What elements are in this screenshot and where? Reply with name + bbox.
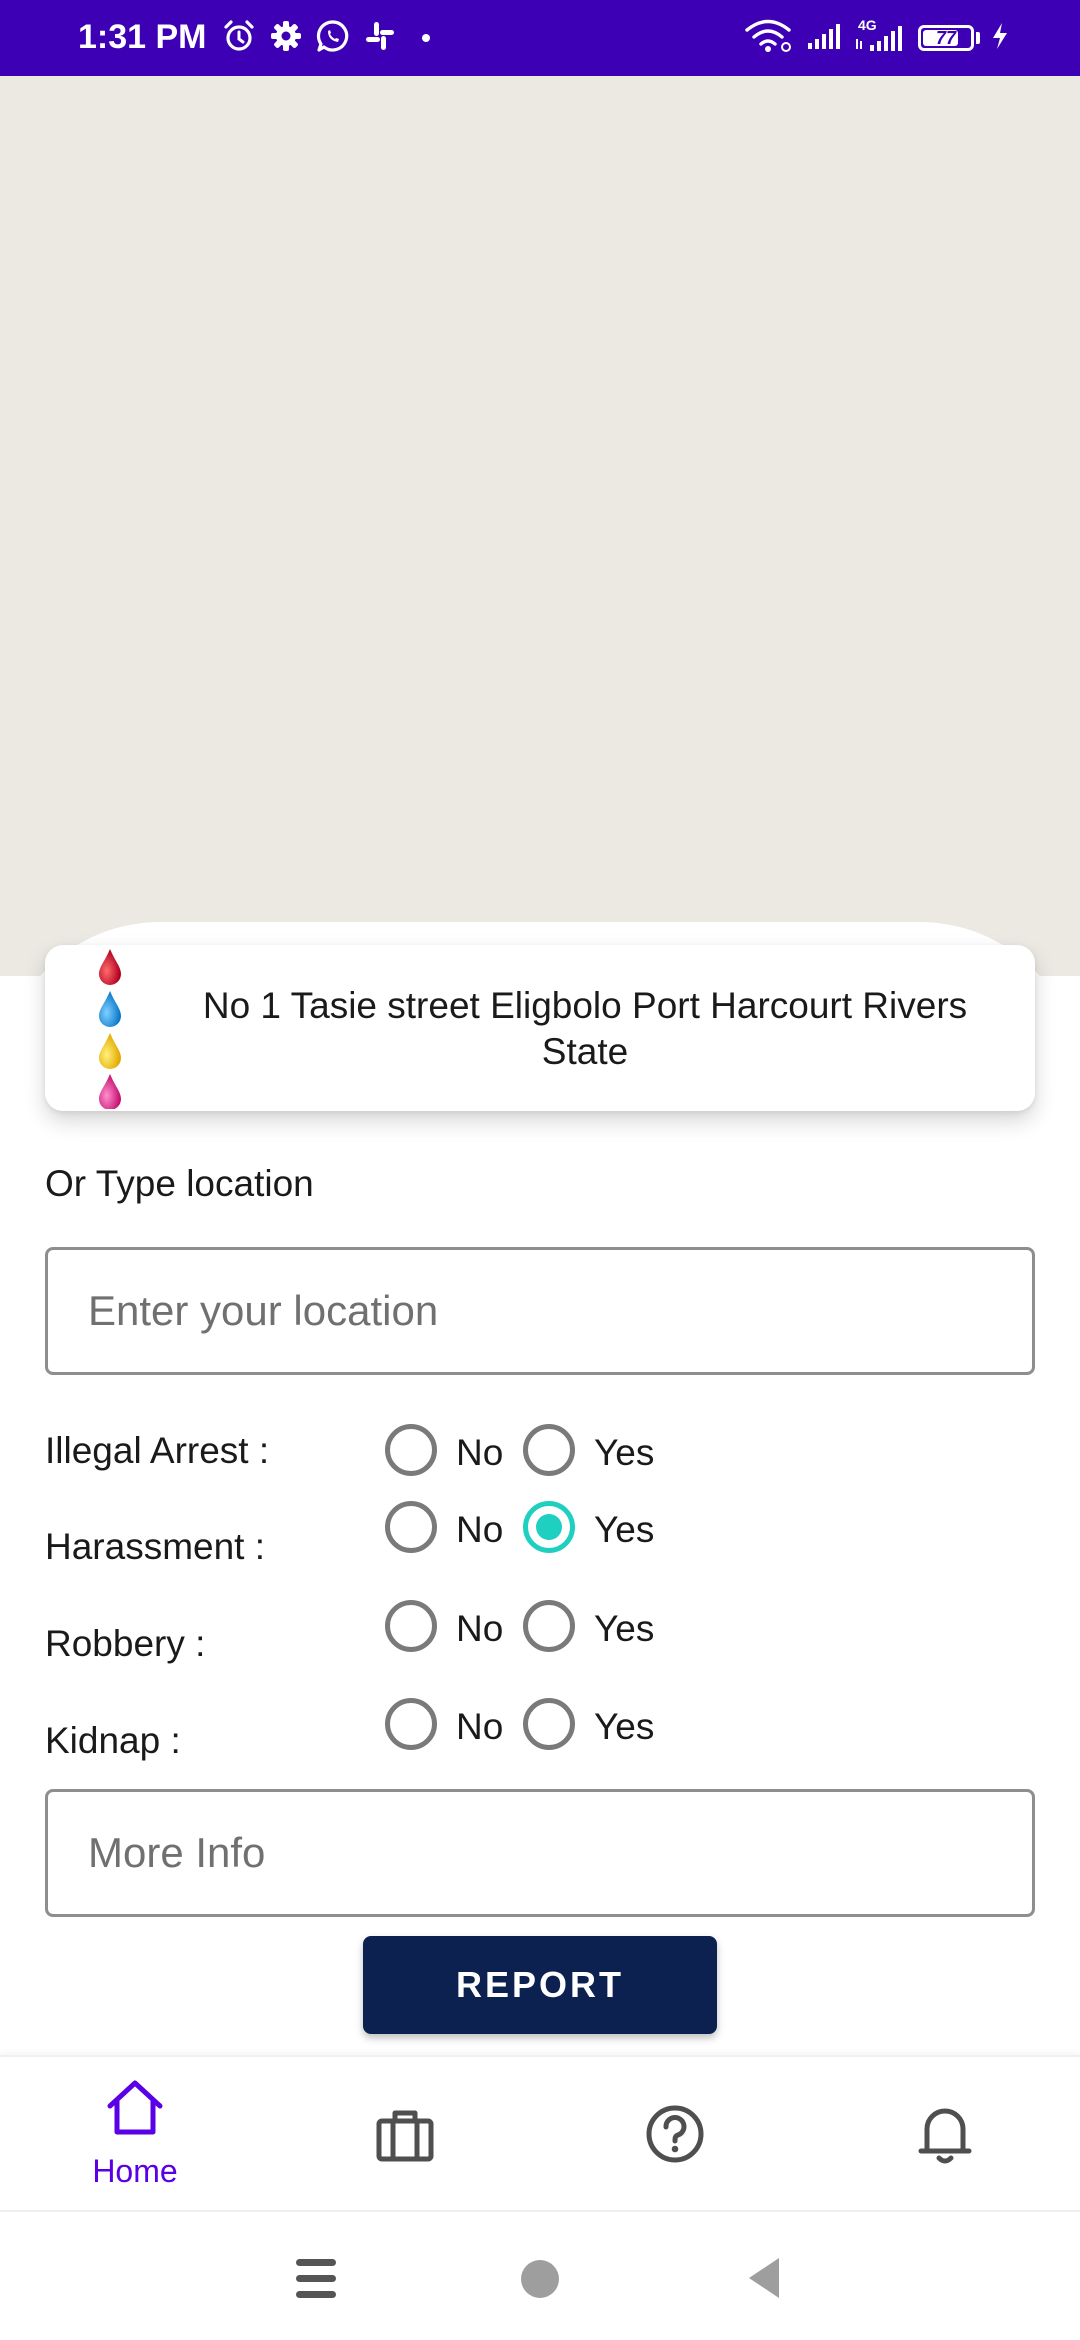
nav-item-briefcase[interactable]	[325, 2057, 485, 2211]
briefcase-icon	[375, 2109, 435, 2168]
robbery-no-label[interactable]: No	[456, 1608, 503, 1650]
dot-icon	[422, 34, 430, 42]
nav-item-home[interactable]: Home	[55, 2057, 215, 2211]
question-label-harassment: Harassment :	[45, 1526, 266, 1567]
status-right-icons: 4G 77	[744, 17, 1010, 58]
robbery-yes-radio[interactable]	[523, 1600, 575, 1652]
wifi-icon	[744, 19, 794, 58]
address-card[interactable]: No 1 Tasie street Eligbolo Port Harcourt…	[45, 945, 1035, 1111]
harassment-yes-radio[interactable]	[523, 1501, 575, 1553]
harassment-no-label[interactable]: No	[456, 1509, 503, 1551]
settings-icon	[270, 20, 302, 57]
whatsapp-icon	[316, 19, 350, 58]
home-icon	[104, 2079, 166, 2144]
battery-icon: 77	[918, 25, 974, 51]
status-bar: 1:31 PM 4G 77	[0, 0, 1080, 76]
harassment-no-radio[interactable]	[385, 1501, 437, 1553]
charging-icon	[990, 21, 1010, 56]
signal-4g-icon: 4G	[854, 17, 908, 55]
kidnap-yes-radio[interactable]	[523, 1698, 575, 1750]
more-info-input[interactable]	[88, 1792, 988, 1914]
illegal-arrest-no-radio[interactable]	[385, 1424, 437, 1476]
alarm-icon	[222, 19, 256, 58]
status-time: 1:31 PM	[78, 18, 207, 56]
illegal-arrest-yes-radio[interactable]	[523, 1424, 575, 1476]
system-nav	[0, 2210, 1080, 2340]
home-circle-icon[interactable]	[519, 2258, 561, 2305]
report-button[interactable]: REPORT	[363, 1936, 717, 2034]
current-address: No 1 Tasie street Eligbolo Port Harcourt…	[202, 985, 968, 1072]
nav-item-help[interactable]	[595, 2057, 755, 2211]
map-view[interactable]	[0, 76, 1080, 976]
robbery-no-radio[interactable]	[385, 1600, 437, 1652]
bell-icon	[917, 2102, 973, 2171]
question-label-illegal-arrest: Illegal Arrest :	[45, 1430, 270, 1471]
more-info-field[interactable]	[45, 1789, 1035, 1917]
location-input[interactable]	[88, 1250, 988, 1372]
robbery-yes-label[interactable]: Yes	[594, 1608, 654, 1650]
back-icon[interactable]	[745, 2256, 783, 2305]
nav-item-notifications[interactable]	[865, 2057, 1025, 2211]
slack-icon	[364, 20, 396, 57]
kidnap-yes-label[interactable]: Yes	[594, 1706, 654, 1748]
screen: 1:31 PM 4G 77 No 1 Tasie street Eligbolo…	[0, 0, 1080, 2340]
kidnap-no-label[interactable]: No	[456, 1706, 503, 1748]
bottom-nav: Home	[0, 2055, 1080, 2211]
kidnap-no-radio[interactable]	[385, 1698, 437, 1750]
question-label-robbery: Robbery :	[45, 1623, 206, 1664]
signal-icon	[804, 21, 844, 56]
type-location-label: Or Type location	[45, 1163, 314, 1204]
status-left-icons	[222, 18, 430, 58]
battery-percent: 77	[935, 27, 957, 48]
location-field[interactable]	[45, 1247, 1035, 1375]
illegal-arrest-yes-label[interactable]: Yes	[594, 1432, 654, 1474]
ink-drops-logo	[95, 949, 125, 1110]
menu-icon[interactable]	[296, 2257, 336, 2306]
nav-label-home: Home	[92, 2153, 178, 2189]
question-label-kidnap: Kidnap :	[45, 1720, 181, 1761]
battery-tip	[976, 32, 980, 44]
illegal-arrest-no-label[interactable]: No	[456, 1432, 503, 1474]
help-icon	[645, 2104, 705, 2169]
harassment-yes-label[interactable]: Yes	[594, 1509, 654, 1551]
